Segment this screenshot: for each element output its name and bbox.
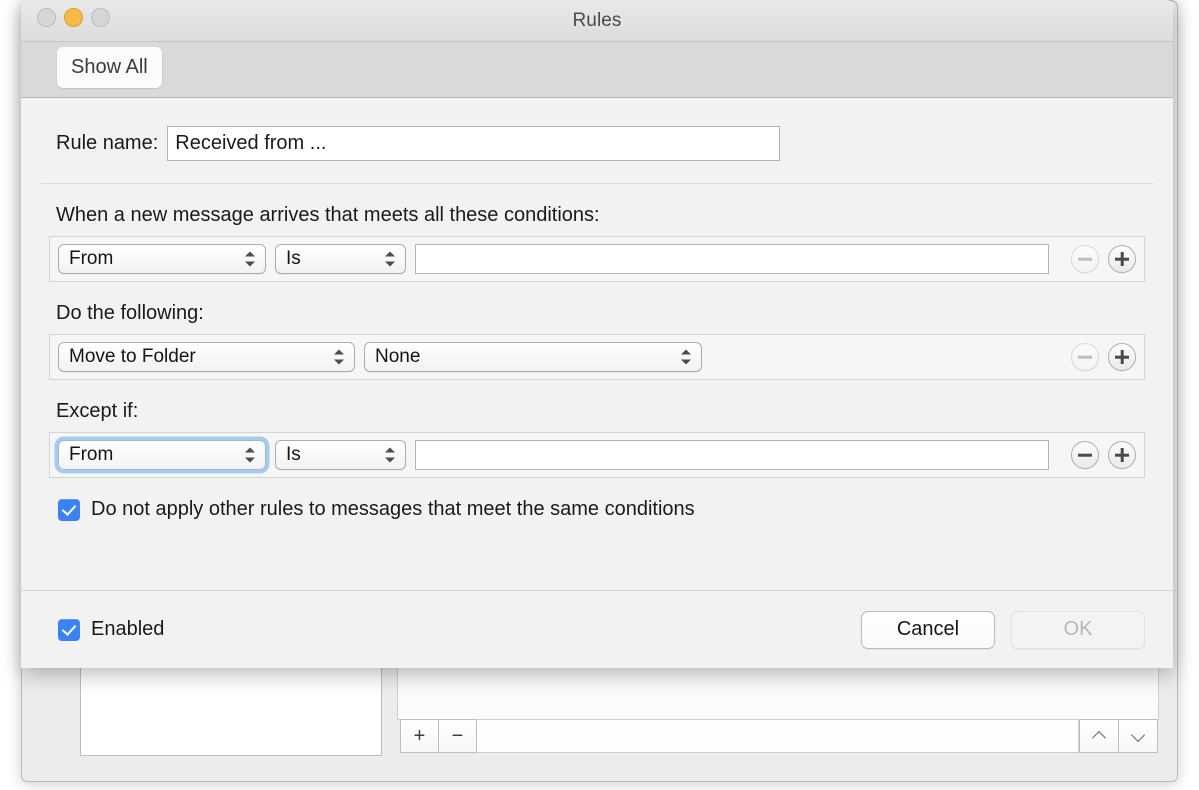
condition-field-popup[interactable]: From [58,244,266,274]
add-exception-button[interactable] [1108,441,1136,469]
condition-operator-popup[interactable]: Is [275,244,406,274]
condition-row: From Is [49,236,1145,282]
action-type-label: Move to Folder [69,346,196,367]
enabled-checkbox[interactable] [58,618,80,641]
window-title: Rules [572,10,622,31]
add-condition-button[interactable] [1108,245,1136,273]
enabled-label: Enabled [91,618,165,640]
remove-exception-button[interactable] [1071,441,1099,469]
action-target-popup[interactable]: None [364,342,702,372]
actions-heading: Do the following: [56,302,204,324]
divider [41,183,1153,184]
stop-rules-checkbox[interactable] [58,498,80,521]
condition-field-label: From [69,248,114,269]
updown-chevron-icon [334,349,345,366]
remove-condition-button[interactable] [1071,245,1099,273]
titlebar: Rules [21,0,1173,42]
rule-name-label: Rule name: [56,132,159,154]
updown-chevron-icon [385,447,396,464]
background-right-panel [397,664,1159,720]
background-list-panel[interactable] [80,664,382,756]
condition-operator-label: Is [286,248,301,269]
rule-name-input[interactable] [167,126,781,161]
sheet-body: Rule name: When a new message arrives th… [21,98,1173,668]
exception-operator-label: Is [286,444,301,465]
action-target-label: None [375,346,421,367]
cancel-button[interactable]: Cancel [861,610,995,649]
updown-chevron-icon [245,251,256,268]
ok-button[interactable]: OK [1011,610,1145,649]
chevron-down-icon [1132,732,1145,740]
rule-name-row: Rule name: [21,98,1173,161]
exception-field-label: From [69,444,114,465]
background-bottom-strip [459,719,1079,753]
stop-rules-label: Do not apply other rules to messages tha… [91,498,695,520]
stop-rules-checkbox-row[interactable]: Do not apply other rules to messages tha… [21,498,1173,521]
updown-chevron-icon [385,251,396,268]
background-move-group [1079,719,1158,753]
background-add-button[interactable]: + [400,719,439,753]
updown-chevron-icon [245,447,256,464]
exception-field-popup[interactable]: From [58,440,266,470]
updown-chevron-icon [681,349,692,366]
chevron-up-icon [1093,732,1106,740]
screen: + − Rules Show All Rule name: Received f… [0,0,1199,790]
background-remove-button[interactable]: − [438,719,477,753]
toolbar: Show All [21,42,1173,98]
action-row: Move to Folder None [49,334,1145,380]
exception-row: From Is [49,432,1145,478]
sheet-footer: Enabled Cancel OK [21,590,1173,668]
conditions-heading: When a new message arrives that meets al… [56,204,600,226]
move-down-button[interactable] [1118,719,1158,753]
condition-value-input[interactable] [415,244,1049,274]
rules-sheet: Rules Show All Rule name: When a new mes… [21,0,1173,668]
background-add-remove-group: + − [400,719,477,753]
exception-operator-popup[interactable]: Is [275,440,406,470]
add-action-button[interactable] [1108,343,1136,371]
remove-action-button[interactable] [1071,343,1099,371]
exceptions-heading: Except if: [56,400,139,422]
show-all-button[interactable]: Show All [57,47,162,88]
action-type-popup[interactable]: Move to Folder [58,342,355,372]
exception-value-input[interactable] [415,440,1049,470]
move-up-button[interactable] [1079,719,1119,753]
